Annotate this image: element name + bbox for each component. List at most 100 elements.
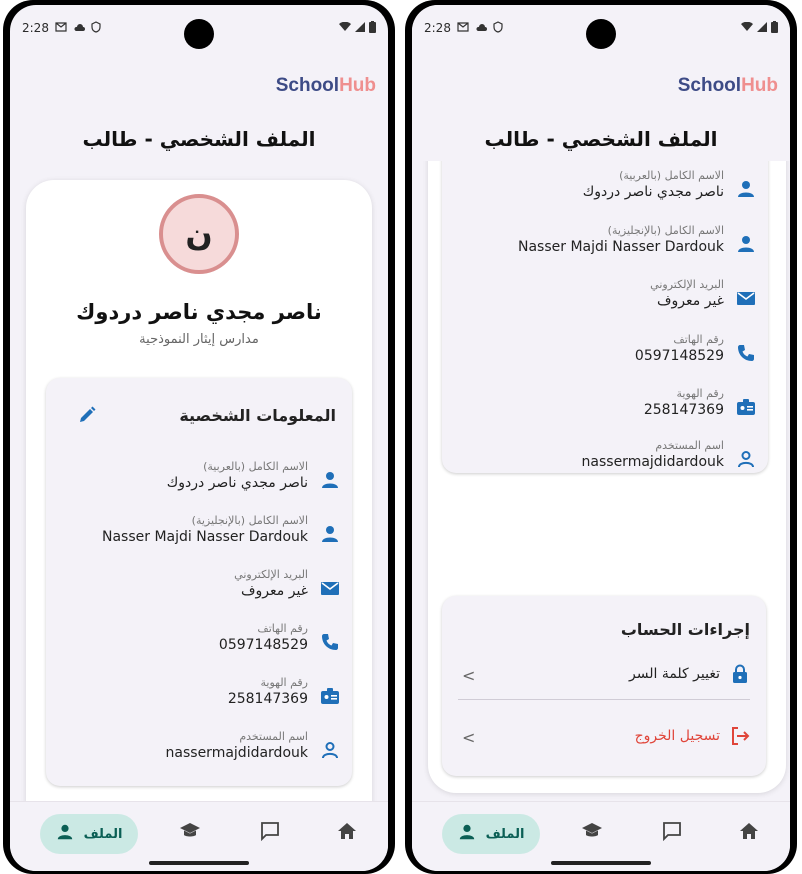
row-label: البريد الإلكتروني: [650, 278, 724, 291]
person-icon: [320, 470, 340, 490]
email-icon: [736, 288, 756, 308]
info-row-name-ar: الاسم الكامل (بالعربية) ناصر مجدي ناصر د…: [456, 169, 756, 213]
email-icon: [320, 578, 340, 598]
row-label: الاسم الكامل (بالإنجليزية): [191, 514, 308, 527]
divider: [458, 699, 750, 700]
chevron-left-icon: <: [462, 666, 476, 685]
row-label: البريد الإلكتروني: [234, 568, 308, 581]
row-label: الاسم الكامل (بالعربية): [203, 460, 308, 473]
logo-school: School: [677, 75, 742, 96]
signal-icon: [355, 21, 365, 35]
shield-icon: [493, 20, 503, 36]
signal-icon: [757, 21, 767, 35]
stage: 2:28 SchoolHub الملف الشخصي - طالب ن ناص…: [0, 0, 802, 874]
row-value: غير معروف: [241, 583, 308, 599]
status-right: [741, 20, 778, 36]
row-value: 0597148529: [218, 637, 308, 653]
row-value: nassermajdidardouk: [581, 454, 724, 470]
row-label: الاسم الكامل (بالإنجليزية): [607, 224, 724, 237]
info-row-id: رقم الهوية 258147369: [456, 387, 756, 431]
home-indicator: [149, 861, 249, 865]
status-time: 2:28: [22, 21, 49, 35]
user-outline-icon: [736, 449, 756, 469]
nav-home[interactable]: [332, 818, 362, 848]
person-icon: [56, 823, 74, 845]
logout-icon: [730, 726, 750, 746]
screen-left: 2:28 SchoolHub الملف الشخصي - طالب ن ناص…: [10, 5, 388, 871]
personal-info-card: المعلومات الشخصية الاسم الكامل (بالعربية…: [46, 378, 352, 786]
row-label: رقم الهوية: [676, 387, 724, 400]
bottom-nav: الملف: [412, 801, 790, 871]
info-row-username: اسم المستخدم nassermajdidardouk: [456, 439, 756, 483]
row-value: 258147369: [227, 691, 308, 707]
info-row-phone: رقم الهاتف 0597148529: [40, 622, 340, 666]
info-row-name-en: الاسم الكامل (بالإنجليزية) Nasser Majdi …: [40, 514, 340, 558]
nav-profile[interactable]: الملف: [442, 814, 540, 854]
row-label: رقم الهوية: [260, 676, 308, 689]
wifi-icon: [339, 21, 351, 35]
avatar: ن: [159, 194, 239, 274]
personal-info-heading: المعلومات الشخصية: [179, 406, 336, 425]
info-row-id: رقم الهوية 258147369: [40, 676, 340, 720]
status-left: 2:28: [424, 20, 503, 36]
info-row-phone: رقم الهاتف 0597148529: [456, 333, 756, 377]
cloud-icon: [73, 21, 85, 35]
row-value: 0597148529: [634, 348, 724, 364]
screen-right: المعلومات الشخصية الاسم الكامل (بالعربية…: [412, 5, 790, 871]
row-label: اسم المستخدم: [655, 439, 724, 452]
id-badge-icon: [736, 397, 756, 417]
graduation-cap-icon: [179, 822, 201, 844]
camera-cutout: [184, 19, 214, 49]
status-right: [339, 20, 376, 36]
nav-profile[interactable]: الملف: [40, 814, 138, 854]
person-icon: [458, 823, 476, 845]
chat-icon: [260, 821, 280, 845]
nav-home[interactable]: [734, 818, 764, 848]
nav-profile-label: الملف: [83, 826, 123, 842]
header-band: 2:28 SchoolHub الملف الشخصي - طالب: [412, 5, 790, 161]
logo-hub: Hub: [741, 75, 778, 96]
gmail-icon: [55, 21, 67, 35]
app-logo: SchoolHub: [276, 75, 376, 97]
info-row-username: اسم المستخدم nassermajdidardouk: [40, 730, 340, 774]
profile-card: ن ناصر مجدي ناصر دردوك مدارس إيثار النمو…: [26, 180, 372, 860]
battery-icon: [369, 20, 376, 36]
home-indicator: [551, 861, 651, 865]
person-icon: [736, 234, 756, 254]
change-password-button[interactable]: تغيير كلمة السر <: [458, 658, 750, 694]
page-title: الملف الشخصي - طالب: [82, 127, 316, 151]
phone-frame-left: 2:28 SchoolHub الملف الشخصي - طالب ن ناص…: [3, 0, 395, 874]
graduation-cap-icon: [581, 822, 603, 844]
id-badge-icon: [320, 686, 340, 706]
row-value: Nasser Majdi Nasser Dardouk: [102, 529, 308, 545]
phone-icon: [736, 343, 756, 363]
chat-icon: [662, 821, 682, 845]
camera-cutout: [586, 19, 616, 49]
home-icon: [739, 822, 759, 844]
phone-icon: [320, 632, 340, 652]
logout-label: تسجيل الخروج: [634, 728, 720, 744]
nav-messages[interactable]: [255, 818, 285, 848]
profile-name: ناصر مجدي ناصر دردوك: [76, 300, 322, 324]
nav-profile-label: الملف: [485, 826, 525, 842]
row-value: غير معروف: [657, 293, 724, 309]
chevron-left-icon: <: [462, 728, 476, 747]
account-actions-title: إجراءات الحساب: [620, 620, 750, 639]
nav-messages[interactable]: [657, 818, 687, 848]
edit-icon[interactable]: [76, 404, 98, 426]
user-outline-icon: [320, 740, 340, 760]
app-logo: SchoolHub: [678, 75, 778, 97]
info-row-email: البريد الإلكتروني غير معروف: [456, 278, 756, 322]
phone-frame-right: المعلومات الشخصية الاسم الكامل (بالعربية…: [405, 0, 797, 874]
row-value: 258147369: [643, 402, 724, 418]
status-left: 2:28: [22, 20, 101, 36]
nav-courses[interactable]: [175, 818, 205, 848]
battery-icon: [771, 20, 778, 36]
person-icon: [320, 524, 340, 544]
bottom-nav: الملف: [10, 801, 388, 871]
row-label: اسم المستخدم: [239, 730, 308, 743]
cloud-icon: [475, 21, 487, 35]
nav-courses[interactable]: [577, 818, 607, 848]
logout-button[interactable]: تسجيل الخروج <: [458, 720, 750, 756]
wifi-icon: [741, 21, 753, 35]
